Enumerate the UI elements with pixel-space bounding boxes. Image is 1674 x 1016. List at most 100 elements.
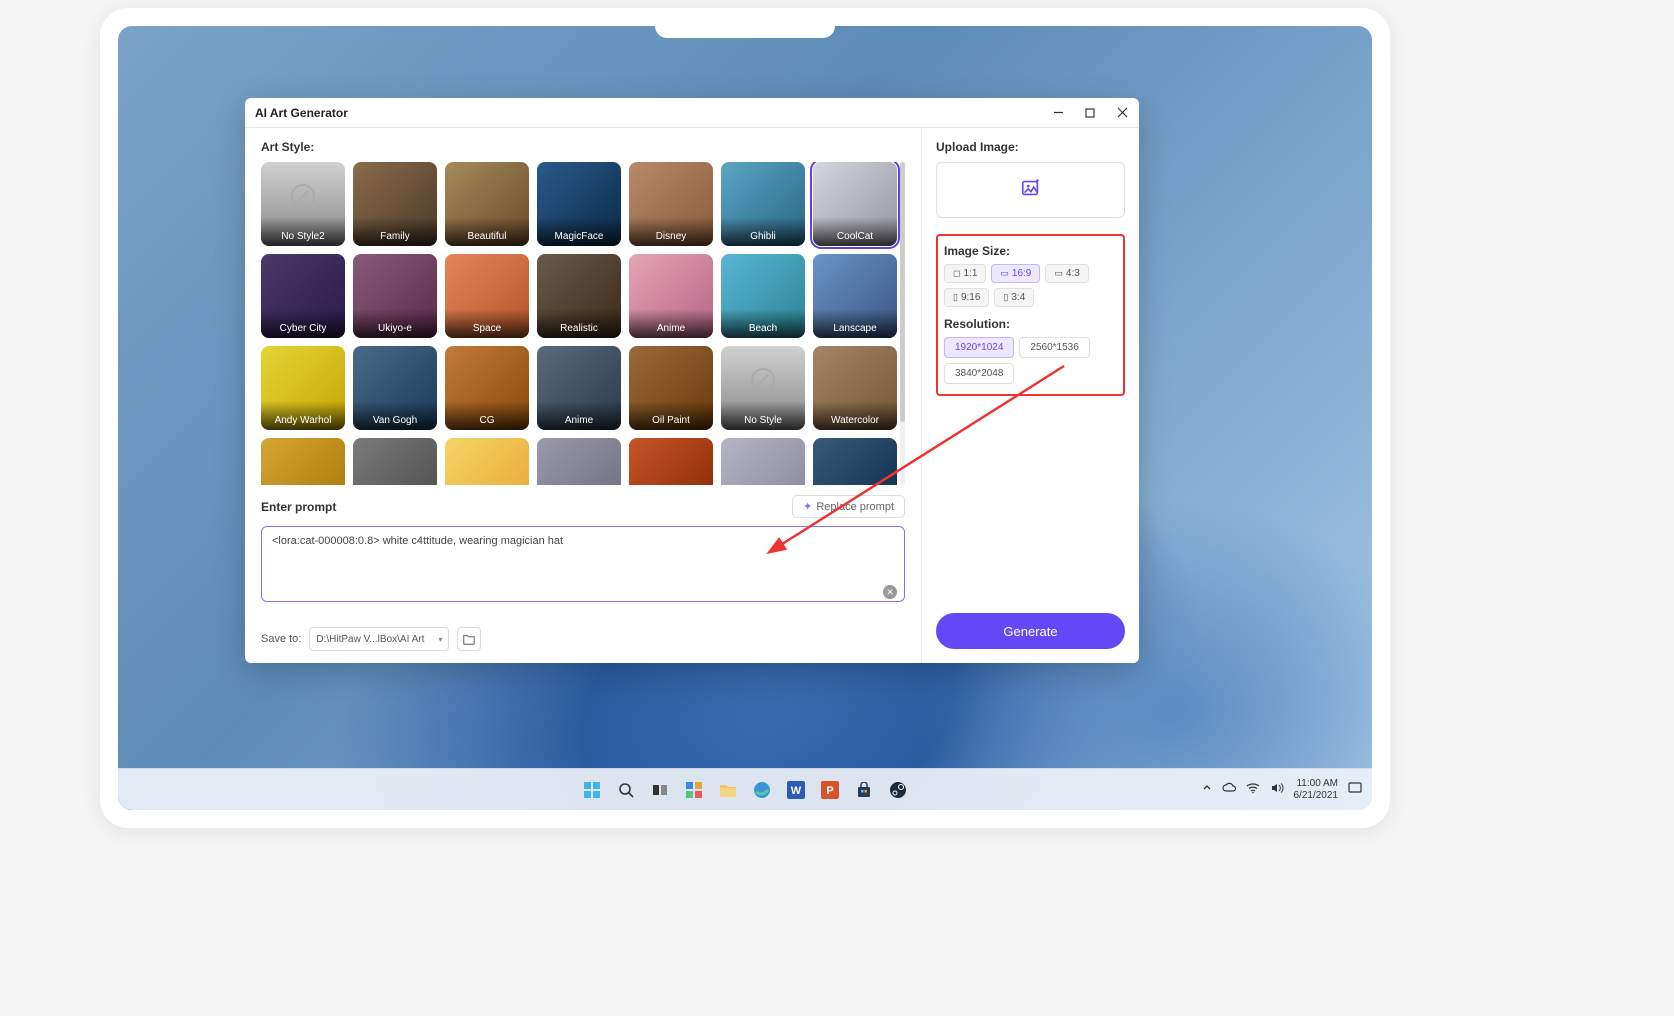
prompt-input[interactable] xyxy=(261,526,905,602)
style-tile-label: MagicFace xyxy=(537,217,621,246)
style-tile-Ghibli[interactable]: Ghibli xyxy=(721,162,805,246)
upload-label: Upload Image: xyxy=(936,140,1125,154)
resolution-option-3840x2048[interactable]: 3840*2048 xyxy=(944,363,1014,384)
style-tile-Disney[interactable]: Disney xyxy=(629,162,713,246)
style-tile-label: No Style2 xyxy=(261,217,345,246)
style-tile-label: Beautiful xyxy=(445,217,529,246)
style-tile-row4-23[interactable] xyxy=(445,438,529,485)
left-panel: Art Style: No Style2 Family Beautiful Magic… xyxy=(245,128,921,663)
style-tile-label: Ghibli xyxy=(721,217,805,246)
svg-text:P: P xyxy=(826,785,833,797)
volume-icon[interactable] xyxy=(1270,782,1284,797)
size-option-9-16[interactable]: ▯9:16 xyxy=(944,288,989,307)
scrollbar[interactable] xyxy=(900,162,905,485)
powerpoint-icon[interactable]: P xyxy=(816,776,844,804)
no-style-icon xyxy=(291,184,315,208)
style-tile-No Style2[interactable]: No Style2 xyxy=(261,162,345,246)
taskbar: W P xyxy=(118,768,1372,810)
style-tile-Watercolor[interactable]: Watercolor xyxy=(813,346,897,430)
size-option-16-9[interactable]: ▭16:9 xyxy=(991,264,1040,283)
wifi-icon[interactable] xyxy=(1246,782,1260,797)
style-tile-row4-26[interactable] xyxy=(721,438,805,485)
styles-scroll[interactable]: No Style2 Family Beautiful MagicFace Disney G… xyxy=(261,162,905,485)
art-style-label: Art Style: xyxy=(261,140,905,154)
aspect-icon: ▯ xyxy=(1003,292,1008,303)
cloud-icon[interactable] xyxy=(1222,782,1236,797)
style-tile-label: CoolCat xyxy=(813,217,897,246)
style-tile-No Style[interactable]: No Style xyxy=(721,346,805,430)
open-folder-button[interactable] xyxy=(457,627,481,651)
no-style-icon xyxy=(751,368,775,392)
style-tile-Space[interactable]: Space xyxy=(445,254,529,338)
edge-icon[interactable] xyxy=(748,776,776,804)
style-tile-label: Disney xyxy=(629,217,713,246)
titlebar: AI Art Generator xyxy=(245,98,1139,128)
start-button[interactable] xyxy=(578,776,606,804)
svg-text:W: W xyxy=(791,785,802,797)
style-tile-Anime[interactable]: Anime xyxy=(629,254,713,338)
aspect-icon: ▯ xyxy=(953,292,958,303)
tray-chevron-icon[interactable] xyxy=(1202,783,1212,796)
style-tile-row4-22[interactable] xyxy=(353,438,437,485)
generate-button[interactable]: Generate xyxy=(936,613,1125,649)
resolution-option-2560x1536[interactable]: 2560*1536 xyxy=(1019,337,1089,358)
style-tile-label: Van Gogh xyxy=(353,401,437,430)
size-option-1-1[interactable]: ◻1:1 xyxy=(944,264,986,283)
style-tile-Family[interactable]: Family xyxy=(353,162,437,246)
maximize-button[interactable] xyxy=(1083,106,1097,120)
close-button[interactable] xyxy=(1115,106,1129,120)
taskbar-datetime[interactable]: 11:00 AM 6/21/2021 xyxy=(1294,778,1339,802)
notifications-icon[interactable] xyxy=(1348,782,1362,797)
laptop-notch xyxy=(655,8,835,38)
window-title: AI Art Generator xyxy=(255,106,348,120)
resolution-option-1920x1024[interactable]: 1920*1024 xyxy=(944,337,1014,358)
style-tile-Beautiful[interactable]: Beautiful xyxy=(445,162,529,246)
style-tile-label: Anime xyxy=(537,401,621,430)
style-tile-Ukiyo-e[interactable]: Ukiyo-e xyxy=(353,254,437,338)
style-tile-Cyber City[interactable]: Cyber City xyxy=(261,254,345,338)
style-tile-Van Gogh[interactable]: Van Gogh xyxy=(353,346,437,430)
style-tile-Andy Warhol[interactable]: Andy Warhol xyxy=(261,346,345,430)
image-size-label: Image Size: xyxy=(944,244,1117,258)
style-tile-MagicFace[interactable]: MagicFace xyxy=(537,162,621,246)
style-tile-Beach[interactable]: Beach xyxy=(721,254,805,338)
annotation-highlight-box: Image Size: ◻1:1 ▭16:9 ▭4:3 ▯9:16 ▯3:4 Resol… xyxy=(936,234,1125,396)
size-option-3-4[interactable]: ▯3:4 xyxy=(994,288,1034,307)
file-explorer-icon[interactable] xyxy=(714,776,742,804)
style-tile-label: Andy Warhol xyxy=(261,401,345,430)
style-tile-row4-27[interactable] xyxy=(813,438,897,485)
style-tile-CoolCat[interactable]: CoolCat xyxy=(813,162,897,246)
style-tile-Lanscape[interactable]: Lanscape xyxy=(813,254,897,338)
clear-prompt-icon[interactable]: ✕ xyxy=(883,585,897,599)
laptop-frame: AI Art Generator Art Style: xyxy=(100,8,1390,828)
store-icon[interactable] xyxy=(850,776,878,804)
style-tile-row4-25[interactable] xyxy=(629,438,713,485)
style-tile-label: Cyber City xyxy=(261,309,345,338)
style-tile-row4-24[interactable] xyxy=(537,438,621,485)
upload-image-dropzone[interactable] xyxy=(936,162,1125,218)
style-tile-Oil Paint[interactable]: Oil Paint xyxy=(629,346,713,430)
style-tile-label: Watercolor xyxy=(813,401,897,430)
style-tile-CG[interactable]: CG xyxy=(445,346,529,430)
app-window: AI Art Generator Art Style: xyxy=(245,98,1139,663)
size-option-4-3[interactable]: ▭4:3 xyxy=(1045,264,1088,283)
task-view-icon[interactable] xyxy=(646,776,674,804)
style-tile-label: No Style xyxy=(721,401,805,430)
style-tile-label: CG xyxy=(445,401,529,430)
replace-prompt-button[interactable]: ✦ Replace prompt xyxy=(792,495,905,518)
style-tile-label: Lanscape xyxy=(813,309,897,338)
resolution-label: Resolution: xyxy=(944,317,1117,331)
style-tile-label: Beach xyxy=(721,309,805,338)
minimize-button[interactable] xyxy=(1051,106,1065,120)
style-tile-Anime[interactable]: Anime xyxy=(537,346,621,430)
prompt-label: Enter prompt xyxy=(261,500,336,514)
word-icon[interactable]: W xyxy=(782,776,810,804)
aspect-icon: ▭ xyxy=(1000,268,1009,279)
style-tile-row4-21[interactable] xyxy=(261,438,345,485)
style-tile-Realistic[interactable]: Realistic xyxy=(537,254,621,338)
widgets-icon[interactable] xyxy=(680,776,708,804)
steam-icon[interactable] xyxy=(884,776,912,804)
search-icon[interactable] xyxy=(612,776,640,804)
save-path-dropdown[interactable]: D:\HitPaw V...lBox\AI Art ▾ xyxy=(309,627,449,651)
aspect-icon: ▭ xyxy=(1054,268,1063,279)
